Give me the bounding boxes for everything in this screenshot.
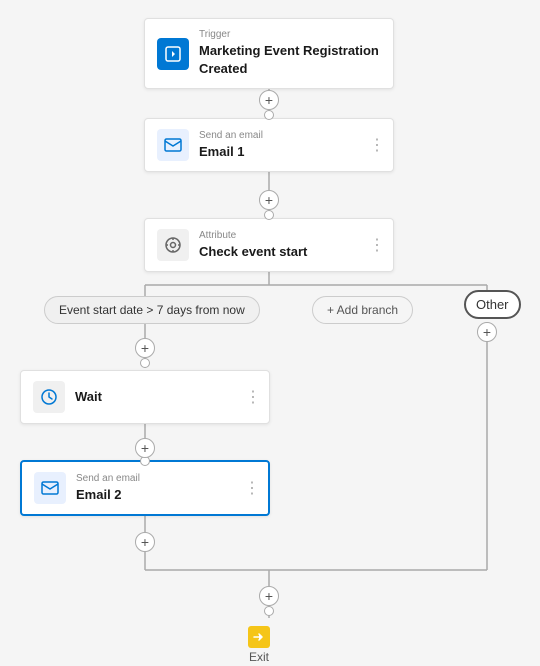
trigger-node: Trigger Marketing Event Registration Cre… xyxy=(144,18,394,89)
workflow-canvas: Trigger Marketing Event Registration Cre… xyxy=(0,0,540,666)
trigger-icon xyxy=(157,38,189,70)
trigger-title: Marketing Event Registration Created xyxy=(199,43,379,76)
email1-info: Send an email Email 1 xyxy=(199,130,263,161)
add-branch-label: + Add branch xyxy=(327,303,398,317)
email1-node: Send an email Email 1 ⋮ xyxy=(144,118,394,172)
dot-2 xyxy=(264,210,274,220)
email2-menu[interactable]: ⋮ xyxy=(244,478,260,498)
attribute-icon xyxy=(157,229,189,261)
email2-label: Send an email xyxy=(76,473,140,484)
wait-info: Wait xyxy=(75,388,102,406)
email2-info: Send an email Email 2 xyxy=(76,473,140,504)
email1-title: Email 1 xyxy=(199,144,245,159)
email2-title: Email 2 xyxy=(76,487,122,502)
other-label: Other xyxy=(476,297,509,312)
email2-icon xyxy=(34,472,66,504)
dot-3 xyxy=(140,358,150,368)
attribute-title: Check event start xyxy=(199,244,307,259)
wait-icon xyxy=(33,381,65,413)
trigger-label: Trigger xyxy=(199,29,381,40)
dot-1 xyxy=(264,110,274,120)
plus-btn-5[interactable]: + xyxy=(135,532,155,552)
exit-node: Exit xyxy=(248,626,270,664)
plus-btn-4[interactable]: + xyxy=(135,438,155,458)
exit-icon xyxy=(248,626,270,648)
plus-btn-3[interactable]: + xyxy=(135,338,155,358)
other-pill[interactable]: Other xyxy=(464,290,521,319)
dot-5 xyxy=(264,606,274,616)
attribute-label: Attribute xyxy=(199,230,307,241)
wait-title: Wait xyxy=(75,389,102,404)
email1-label: Send an email xyxy=(199,130,263,141)
attribute-menu[interactable]: ⋮ xyxy=(369,235,385,255)
email1-menu[interactable]: ⋮ xyxy=(369,135,385,155)
event-branch-label: Event start date > 7 days from now xyxy=(59,303,245,317)
wait-menu[interactable]: ⋮ xyxy=(245,387,261,407)
add-branch-button[interactable]: + Add branch xyxy=(312,296,413,324)
attribute-node: Attribute Check event start ⋮ xyxy=(144,218,394,272)
wait-node: Wait ⋮ xyxy=(20,370,270,424)
plus-btn-other[interactable]: + xyxy=(477,322,497,342)
plus-btn-6[interactable]: + xyxy=(259,586,279,606)
attribute-info: Attribute Check event start xyxy=(199,230,307,261)
trigger-info: Trigger Marketing Event Registration Cre… xyxy=(199,29,381,78)
event-branch-pill[interactable]: Event start date > 7 days from now xyxy=(44,296,260,324)
plus-btn-2[interactable]: + xyxy=(259,190,279,210)
exit-label: Exit xyxy=(249,650,269,664)
email2-node: Send an email Email 2 ⋮ xyxy=(20,460,270,516)
email1-icon xyxy=(157,129,189,161)
plus-btn-1[interactable]: + xyxy=(259,90,279,110)
